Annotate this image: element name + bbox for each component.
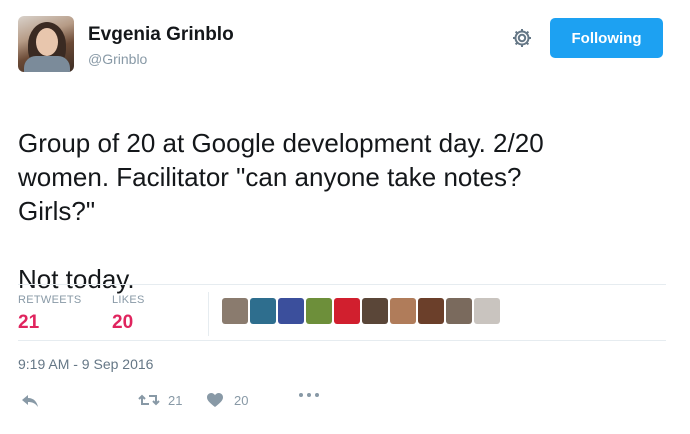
retweets-stat[interactable]: RETWEETS 21: [18, 294, 82, 334]
reply-icon: [20, 392, 40, 410]
liker-avatar[interactable]: [278, 298, 304, 324]
tweet-paragraph-2: Not today.: [18, 264, 135, 294]
user-name[interactable]: Evgenia Grinblo: [88, 24, 234, 46]
stats-bottom-divider: [18, 340, 666, 341]
liker-avatar[interactable]: [418, 298, 444, 324]
like-action-count: 20: [234, 392, 249, 408]
avatar-face: [36, 28, 58, 56]
liker-avatar[interactable]: [390, 298, 416, 324]
tweet-paragraph-1: Group of 20 at Google development day. 2…: [18, 128, 544, 226]
stats-top-divider: [18, 284, 666, 285]
liker-avatar[interactable]: [446, 298, 472, 324]
user-handle[interactable]: @Grinblo: [88, 51, 147, 67]
liker-avatar[interactable]: [222, 298, 248, 324]
retweet-icon: [138, 392, 160, 408]
likes-label: LIKES: [112, 294, 145, 306]
likes-count: 20: [112, 312, 134, 333]
gear-icon[interactable]: [510, 26, 534, 50]
tweet-timestamp[interactable]: 9:19 AM - 9 Sep 2016: [18, 356, 153, 372]
following-button[interactable]: Following: [550, 18, 663, 58]
liker-avatar[interactable]: [474, 298, 500, 324]
reply-button[interactable]: [20, 392, 40, 410]
likes-stat[interactable]: LIKES 20: [112, 294, 145, 334]
retweets-label: RETWEETS: [18, 294, 82, 306]
avatar-shoulders: [24, 56, 70, 72]
liker-avatar[interactable]: [250, 298, 276, 324]
more-dots-icon: [298, 392, 320, 398]
heart-icon: [206, 392, 224, 408]
retweet-button[interactable]: 21: [138, 392, 182, 408]
likers-avatars: [222, 298, 500, 324]
stats-vertical-divider: [208, 292, 209, 336]
liker-avatar[interactable]: [334, 298, 360, 324]
like-button[interactable]: 20: [206, 392, 248, 408]
liker-avatar[interactable]: [362, 298, 388, 324]
liker-avatar[interactable]: [306, 298, 332, 324]
retweets-count: 21: [18, 312, 40, 333]
profile-avatar[interactable]: [18, 16, 74, 72]
more-button[interactable]: [298, 392, 320, 398]
retweet-action-count: 21: [168, 392, 183, 408]
